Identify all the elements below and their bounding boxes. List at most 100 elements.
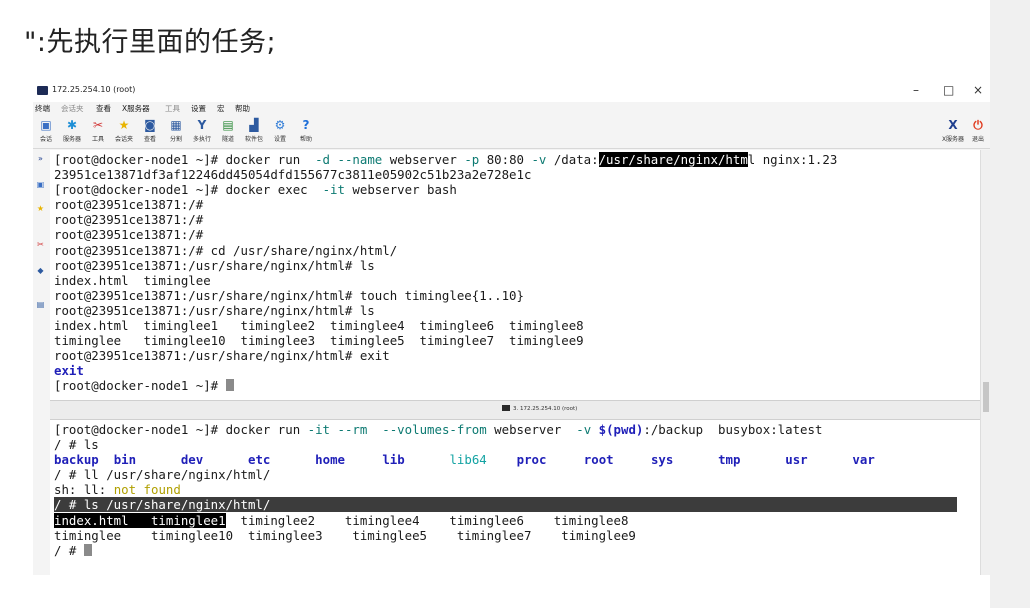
terminal-line: / #: [54, 543, 980, 558]
terminal-line: [root@docker-node1 ~]# docker run -it --…: [54, 422, 980, 437]
terminal-text: $(pwd): [598, 422, 644, 437]
terminal-text: root@23951ce13871:/usr/share/nginx/html#…: [54, 302, 375, 318]
terminal-text: root@23951ce13871:/#: [54, 212, 204, 228]
page-heading: ":先执行里面的任务;: [24, 27, 277, 58]
split-tab-bar[interactable]: 3. 172.25.254.10 (root): [50, 400, 980, 420]
terminal-text: l nginx:1.23: [747, 152, 838, 167]
vertical-scrollbar[interactable]: [980, 150, 990, 575]
terminal-line: timinglee timinglee10 timinglee3 timingl…: [54, 333, 980, 348]
terminal-text: / # ls /usr/share/nginx/html/: [54, 497, 957, 513]
tool-packages[interactable]: ▟ 软件包: [242, 118, 266, 146]
terminal-text: lib: [382, 452, 405, 468]
terminal-text: --name: [337, 152, 383, 167]
help-icon: ?: [302, 118, 310, 132]
terminal-line: sh: ll: not found: [54, 482, 980, 497]
menu-settings[interactable]: 设置: [191, 103, 206, 114]
tool-help[interactable]: ? 帮助: [294, 118, 318, 146]
tool-exit[interactable]: ⏻ 退出: [966, 118, 990, 146]
menu-bar: 终端 会话夹 查看 X服务器 工具 设置 宏 帮助: [33, 102, 990, 116]
gear-icon: ⚙: [274, 118, 286, 132]
terminal-pane-top[interactable]: [root@docker-node1 ~]# docker run -d --n…: [50, 150, 980, 400]
terminal-line: root@23951ce13871:/usr/share/nginx/html#…: [54, 348, 980, 363]
terminal-text: -it: [322, 182, 345, 198]
terminal-text: 23951ce13871df3af12246dd45054dfd155677c3…: [54, 167, 532, 183]
terminal-line: root@23951ce13871:/# cd /usr/share/nginx…: [54, 243, 980, 258]
maximize-button[interactable]: □: [943, 82, 954, 98]
app-terminal-icon: [37, 86, 48, 95]
monitor-icon: ▣: [40, 118, 52, 132]
terminal-text: 80:80: [479, 152, 532, 167]
macro-tab-icon[interactable]: ◆: [36, 266, 45, 275]
terminal-text: dev: [180, 452, 204, 468]
terminal-text: var: [852, 452, 875, 468]
terminal-line: / # ls: [54, 437, 980, 452]
expand-sidebar-icon[interactable]: »: [36, 154, 45, 163]
tool-multiexec[interactable]: Y 多执行: [190, 118, 214, 146]
tool-session-folder[interactable]: ★ 会话夹: [112, 118, 136, 146]
terminal-text: etc: [248, 452, 271, 468]
menu-help[interactable]: 帮助: [235, 103, 250, 114]
tool-tools[interactable]: ✂ 工具: [86, 118, 110, 146]
terminal-pane-bottom[interactable]: [root@docker-node1 ~]# docker run -it --…: [50, 420, 980, 575]
tools-icon: ✂: [92, 118, 104, 132]
session-tab-icon[interactable]: ▣: [36, 180, 45, 189]
minimize-button[interactable]: –: [913, 82, 919, 98]
terminal-text: :/backup busybox:latest: [643, 422, 823, 437]
menu-session-folder[interactable]: 会话夹: [61, 103, 84, 114]
scrollbar-thumb[interactable]: [983, 382, 989, 412]
title-bar: 172.25.254.10 (root) – □ ×: [33, 80, 990, 102]
tool-tunnel[interactable]: ▤ 隧道: [216, 118, 240, 146]
terminal-text: lib64: [449, 452, 487, 468]
tool-settings[interactable]: ⚙ 设置: [268, 118, 292, 146]
tool-view[interactable]: ◙ 查看: [138, 118, 162, 146]
close-button[interactable]: ×: [973, 82, 983, 98]
favorites-tab-icon[interactable]: ★: [36, 204, 45, 213]
menu-tools[interactable]: 工具: [165, 103, 180, 114]
terminal-text: [root@docker-node1 ~]# docker exec: [54, 182, 323, 198]
terminal-line: root@23951ce13871:/usr/share/nginx/html#…: [54, 303, 980, 318]
tool-split[interactable]: ▦ 分割: [164, 118, 188, 146]
terminal-line: exit: [54, 363, 980, 378]
terminal-line: index.html timinglee1 timinglee2 timingl…: [54, 318, 980, 333]
terminal-text: -it: [307, 422, 331, 437]
terminal-text: -v: [576, 422, 592, 437]
menu-terminal[interactable]: 终端: [35, 103, 50, 114]
menu-macro[interactable]: 宏: [217, 103, 225, 114]
tools-tab-icon[interactable]: ✂: [36, 240, 45, 249]
terminal-text: -p: [464, 152, 480, 167]
terminal-line: root@23951ce13871:/usr/share/nginx/html#…: [54, 258, 980, 273]
terminal-text: / #: [54, 542, 84, 558]
side-tab-bar: » ▣ ★ ✂ ◆ ▤: [33, 150, 48, 410]
tool-x-server[interactable]: X X服务器: [941, 118, 965, 146]
terminal-line: backup bin dev etc home lib lib64 proc r…: [54, 452, 980, 467]
tool-servers[interactable]: ✱ 服务器: [60, 118, 84, 146]
terminal-text: root@23951ce13871:/usr/share/nginx/html#…: [54, 257, 375, 273]
terminal-cursor: [225, 379, 234, 392]
terminal-text: timinglee timinglee10 timinglee3 timingl…: [54, 333, 584, 349]
terminal-text: / # ls: [54, 437, 99, 453]
window-title: 172.25.254.10 (root): [52, 85, 136, 94]
terminal-text: home: [315, 452, 345, 468]
terminal-text: index.html timinglee: [54, 272, 211, 288]
terminal-text: root@23951ce13871:/usr/share/nginx/html#…: [54, 348, 390, 364]
menu-view[interactable]: 查看: [96, 103, 111, 114]
sftp-tab-icon[interactable]: ▤: [36, 300, 45, 309]
split-icon: ▦: [170, 118, 182, 132]
terminal-text: /usr/share/nginx/htm: [598, 152, 748, 167]
terminal-text: sh: ll:: [54, 482, 114, 498]
tool-session[interactable]: ▣ 会话: [34, 118, 58, 146]
menu-x-server[interactable]: X服务器: [122, 103, 150, 114]
power-icon: ⏻: [973, 118, 983, 132]
terminal-text: /data:: [546, 152, 599, 167]
terminal-text: index.html timinglee1: [54, 512, 226, 528]
terminal-line: [root@docker-node1 ~]#: [54, 378, 980, 393]
